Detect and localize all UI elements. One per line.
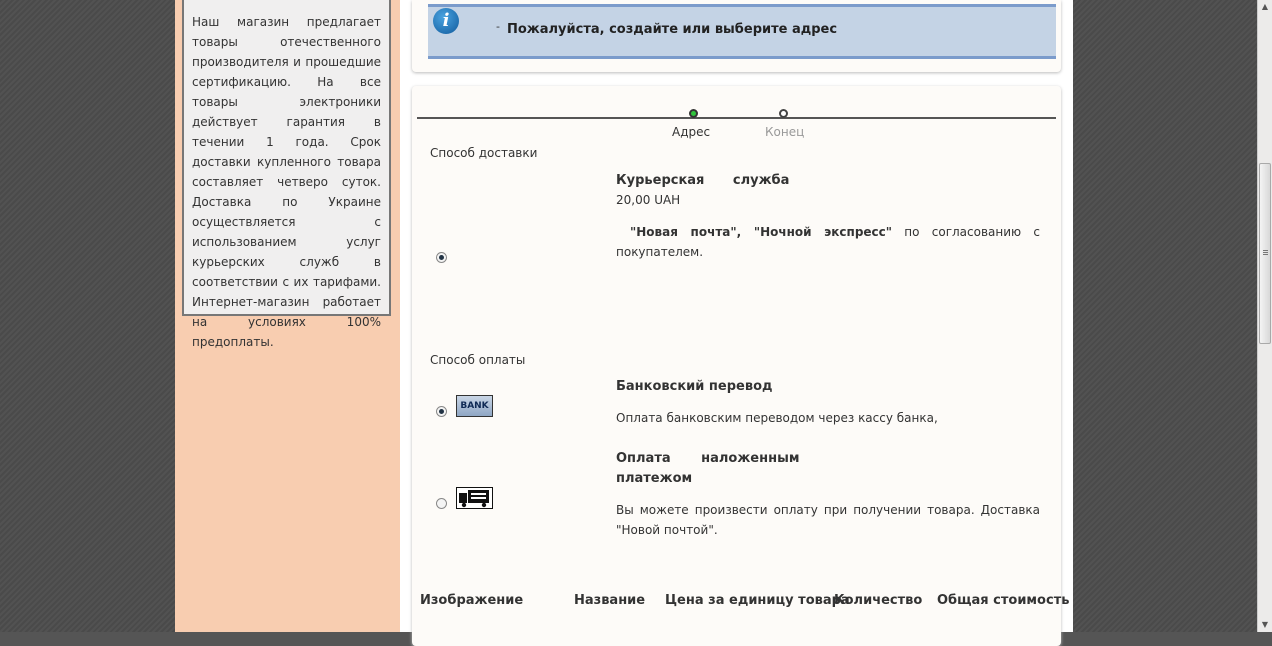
scrollbar-thumb[interactable] [1259,163,1271,344]
step-dot-end [779,109,788,118]
truck-icon [456,487,493,509]
step-label-address: Адрес [672,125,711,139]
vertical-scrollbar[interactable]: ▲ ▼ [1257,0,1272,632]
table-header-image: Изображение [420,593,524,608]
payment-cod-desc: Вы можете произвести оплату при получени… [616,503,1040,537]
scrollbar-grip-icon [1263,250,1268,256]
scroll-up-arrow-icon[interactable]: ▲ [1258,0,1272,14]
page-background-left [0,0,175,632]
payment-cod-radio[interactable] [436,498,447,509]
payment-bank-radio[interactable] [436,406,447,417]
table-header-name: Название [574,593,646,608]
payment-cod-name-line1: Оплата наложенным [616,451,800,466]
payment-heading: Способ оплаты [430,353,526,367]
payment-bank-desc: Оплата банковским переводом через кассу … [616,411,938,425]
shop-info-box: Наш магазин предлагает товары отечествен… [182,0,391,349]
payment-bank-name: Банковский перевод [616,379,773,394]
shipping-method-name: Курьерская служба [616,173,790,188]
shipping-heading: Способ доставки [430,146,538,160]
table-header-quantity: Количество [834,593,923,608]
bank-icon-label: BANK [460,401,489,411]
step-label-end: Конец [765,125,805,139]
scroll-down-arrow-icon[interactable]: ▼ [1258,618,1272,632]
shipping-courier-radio[interactable] [436,252,447,263]
payment-cod-name-line2: платежом [616,471,693,486]
table-header-unit-price: Цена за единицу товара [665,593,850,608]
shipping-price: 20,00 UAH [616,193,680,207]
checkout-progress-line [417,117,1056,119]
page-background-right [1073,0,1257,632]
bank-icon: BANK [456,395,493,417]
shipping-price-value: 20,00 [616,193,651,207]
shipping-description: "Новая почта", "Ночной экспресс" по согл… [616,222,1040,262]
notice-message: Пожалуйста, создайте или выберите адрес [507,22,838,37]
table-header-total: Общая стоимость [937,593,1070,608]
info-icon: i [433,8,459,34]
step-dot-address [689,109,698,118]
shop-info-text: Наш магазин предлагает товары отечествен… [192,15,381,349]
notice-dash: - [496,20,500,33]
shipping-carriers: "Новая почта", "Ночной экспресс" [630,225,893,239]
shipping-currency: UAH [654,193,681,207]
